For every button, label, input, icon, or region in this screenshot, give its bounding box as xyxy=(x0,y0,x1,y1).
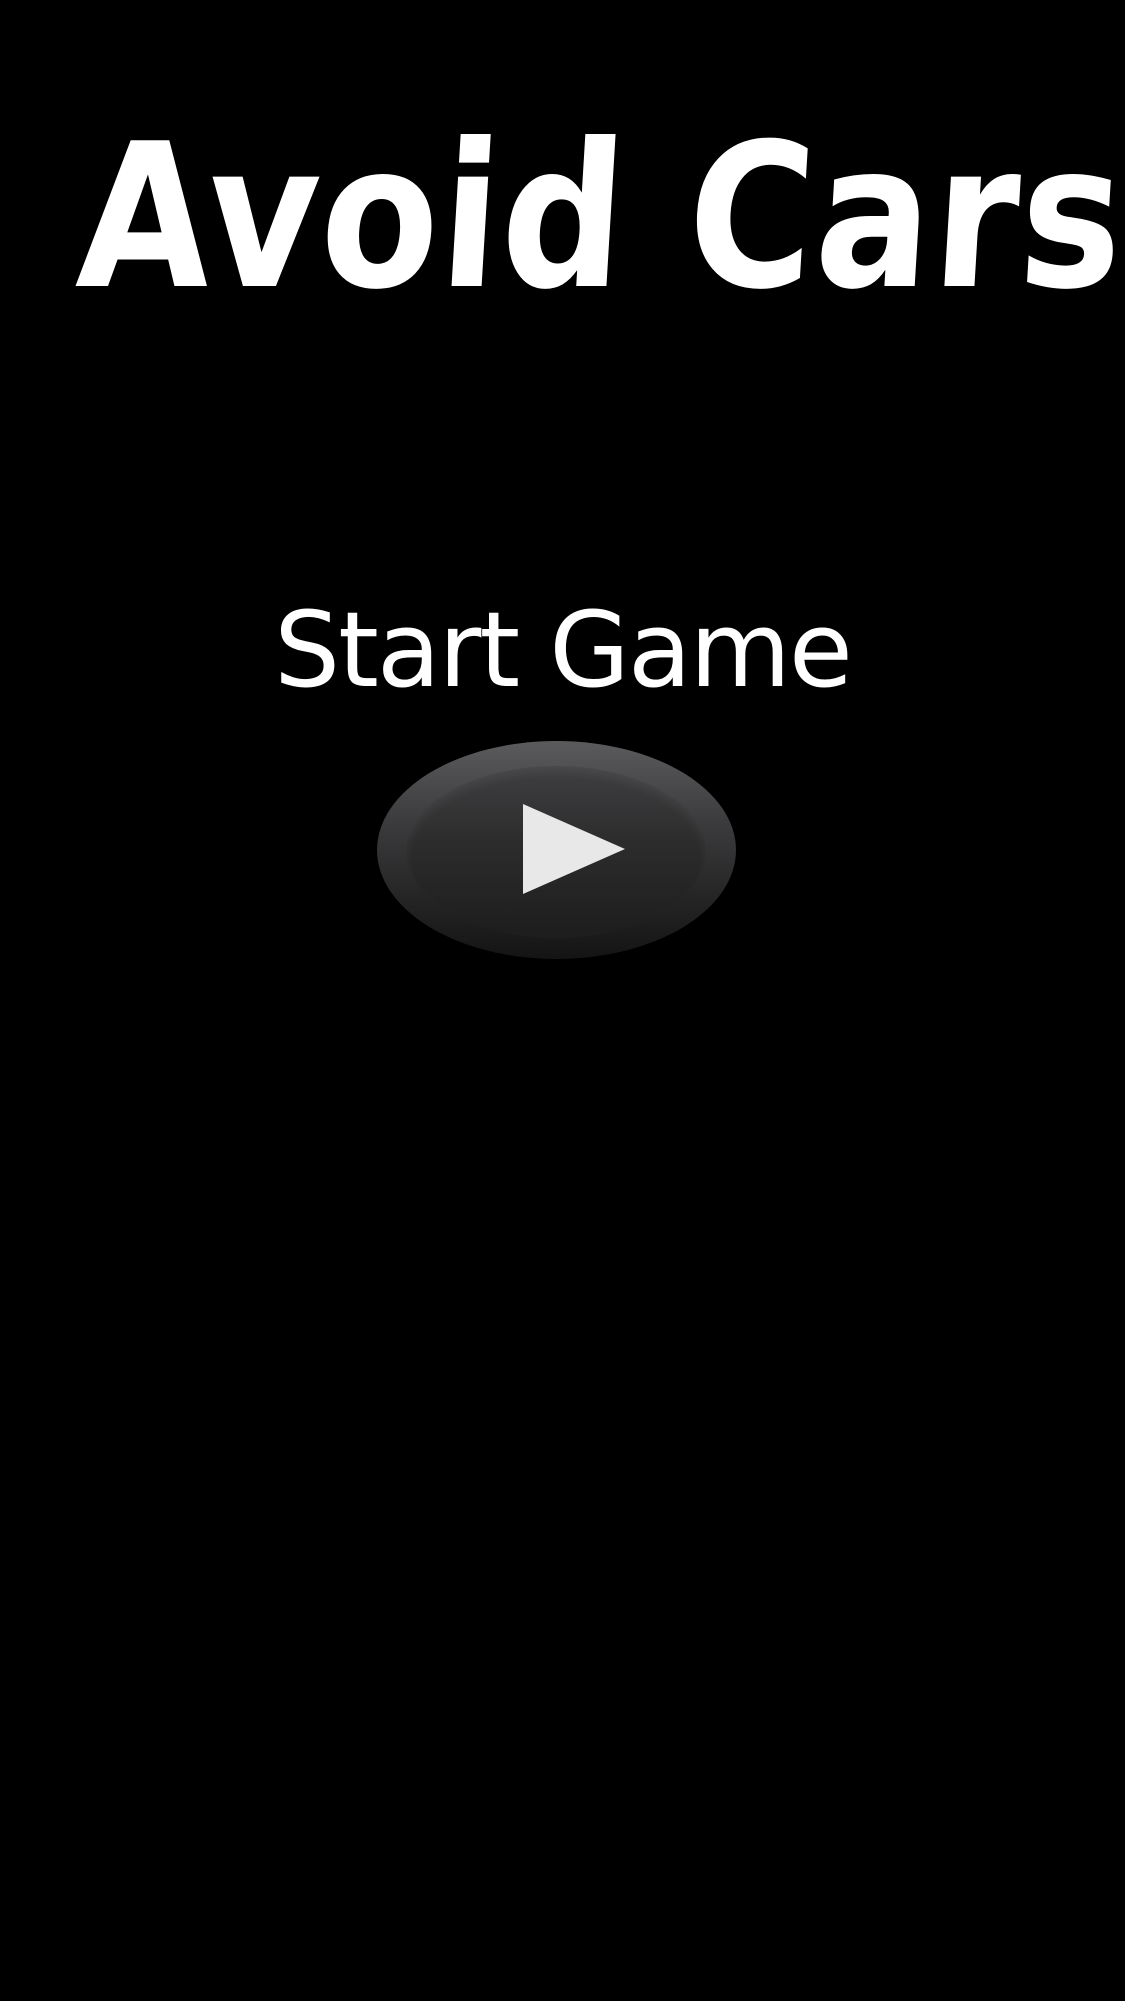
play-icon xyxy=(523,804,625,894)
game-title: Avoid Cars xyxy=(71,101,1125,334)
start-game-label[interactable]: Start Game xyxy=(0,598,1125,702)
play-button[interactable] xyxy=(377,741,736,959)
start-screen: Avoid Cars Start Game xyxy=(0,0,1125,2001)
